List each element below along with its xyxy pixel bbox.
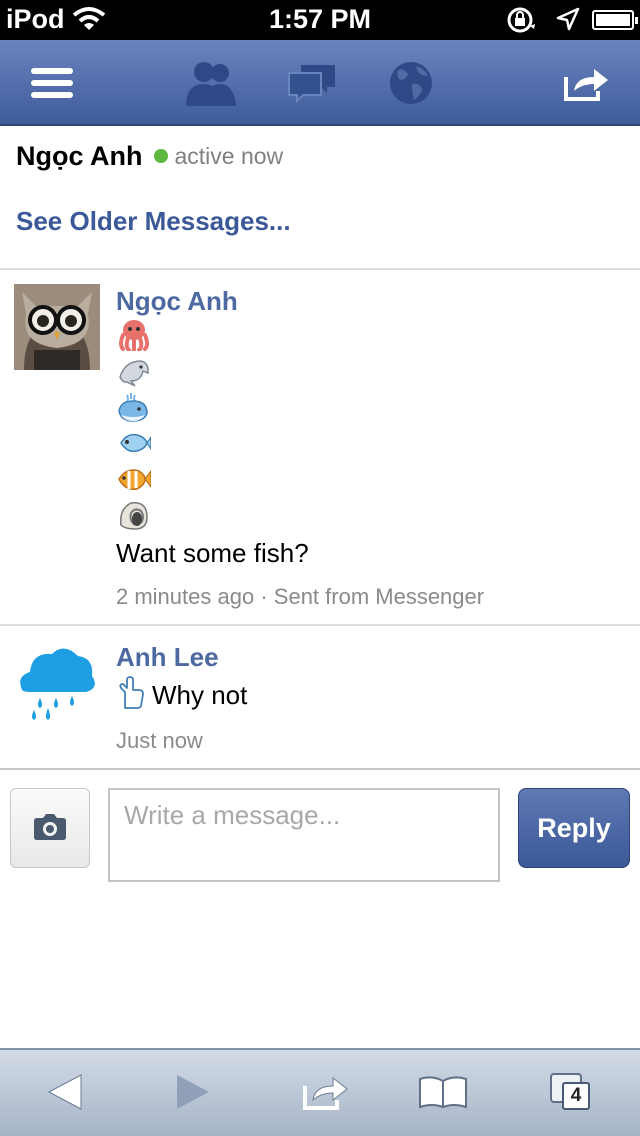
tab-count-badge: 4 — [562, 1082, 590, 1110]
shell-icon — [116, 498, 152, 532]
avatar[interactable] — [14, 638, 100, 724]
fish-icon — [116, 426, 152, 460]
friends-icon[interactable] — [180, 40, 244, 126]
conversation-header: Ngọc Anh active now — [16, 138, 283, 174]
contact-name[interactable]: Ngọc Anh — [16, 141, 142, 172]
share-icon[interactable] — [556, 40, 616, 126]
globe-icon[interactable] — [382, 40, 440, 126]
bookmarks-button[interactable] — [398, 1050, 488, 1136]
share-button[interactable] — [280, 1050, 370, 1136]
see-older-messages-link[interactable]: See Older Messages... — [16, 206, 291, 237]
battery-icon — [592, 10, 638, 30]
message-input[interactable] — [108, 788, 500, 882]
messages-icon[interactable] — [282, 40, 342, 126]
meta-separator: · — [260, 584, 268, 609]
camera-icon — [32, 813, 68, 844]
camera-button[interactable] — [10, 788, 90, 868]
message-timestamp: Just now — [116, 728, 203, 753]
clock-label: 1:57 PM — [268, 4, 372, 34]
menu-icon[interactable] — [26, 40, 78, 126]
message-meta: 2 minutes ago · Sent from Messenger — [116, 584, 484, 610]
facebook-navbar — [0, 40, 640, 126]
message-source: Sent from Messenger — [273, 584, 485, 609]
octopus-icon — [116, 318, 152, 352]
message-sender[interactable]: Anh Lee — [116, 642, 219, 673]
whale-icon — [116, 390, 152, 424]
tropical-fish-icon — [116, 462, 152, 496]
message-item: Anh Lee Why not Just now — [0, 626, 640, 768]
active-status-dot — [154, 149, 169, 163]
location-icon — [556, 7, 580, 36]
bookmarks-icon — [418, 1075, 468, 1114]
avatar[interactable] — [14, 284, 100, 370]
forward-button[interactable] — [148, 1050, 238, 1136]
rotation-lock-icon — [506, 6, 538, 39]
message-item: Ngọc Anh Want some fish? 2 minutes ago ·… — [0, 270, 640, 624]
browser-toolbar: 4 — [0, 1048, 640, 1136]
share-icon — [301, 1072, 349, 1117]
reply-button[interactable]: Reply — [518, 788, 630, 868]
composer-divider — [0, 768, 640, 770]
back-arrow-icon — [47, 1073, 83, 1116]
active-status-label: active now — [174, 142, 284, 169]
message-sender[interactable]: Ngọc Anh — [116, 286, 238, 317]
forward-arrow-icon — [175, 1073, 211, 1116]
message-timestamp: 2 minutes ago — [116, 584, 255, 609]
thumbs-up-hand-icon — [116, 676, 146, 710]
message-text: Why not — [152, 680, 248, 710]
status-bar: iPod 1:57 PM — [0, 0, 640, 40]
back-button[interactable] — [20, 1050, 110, 1136]
message-text: Want some fish? — [116, 538, 309, 568]
dolphin-icon — [116, 354, 152, 388]
